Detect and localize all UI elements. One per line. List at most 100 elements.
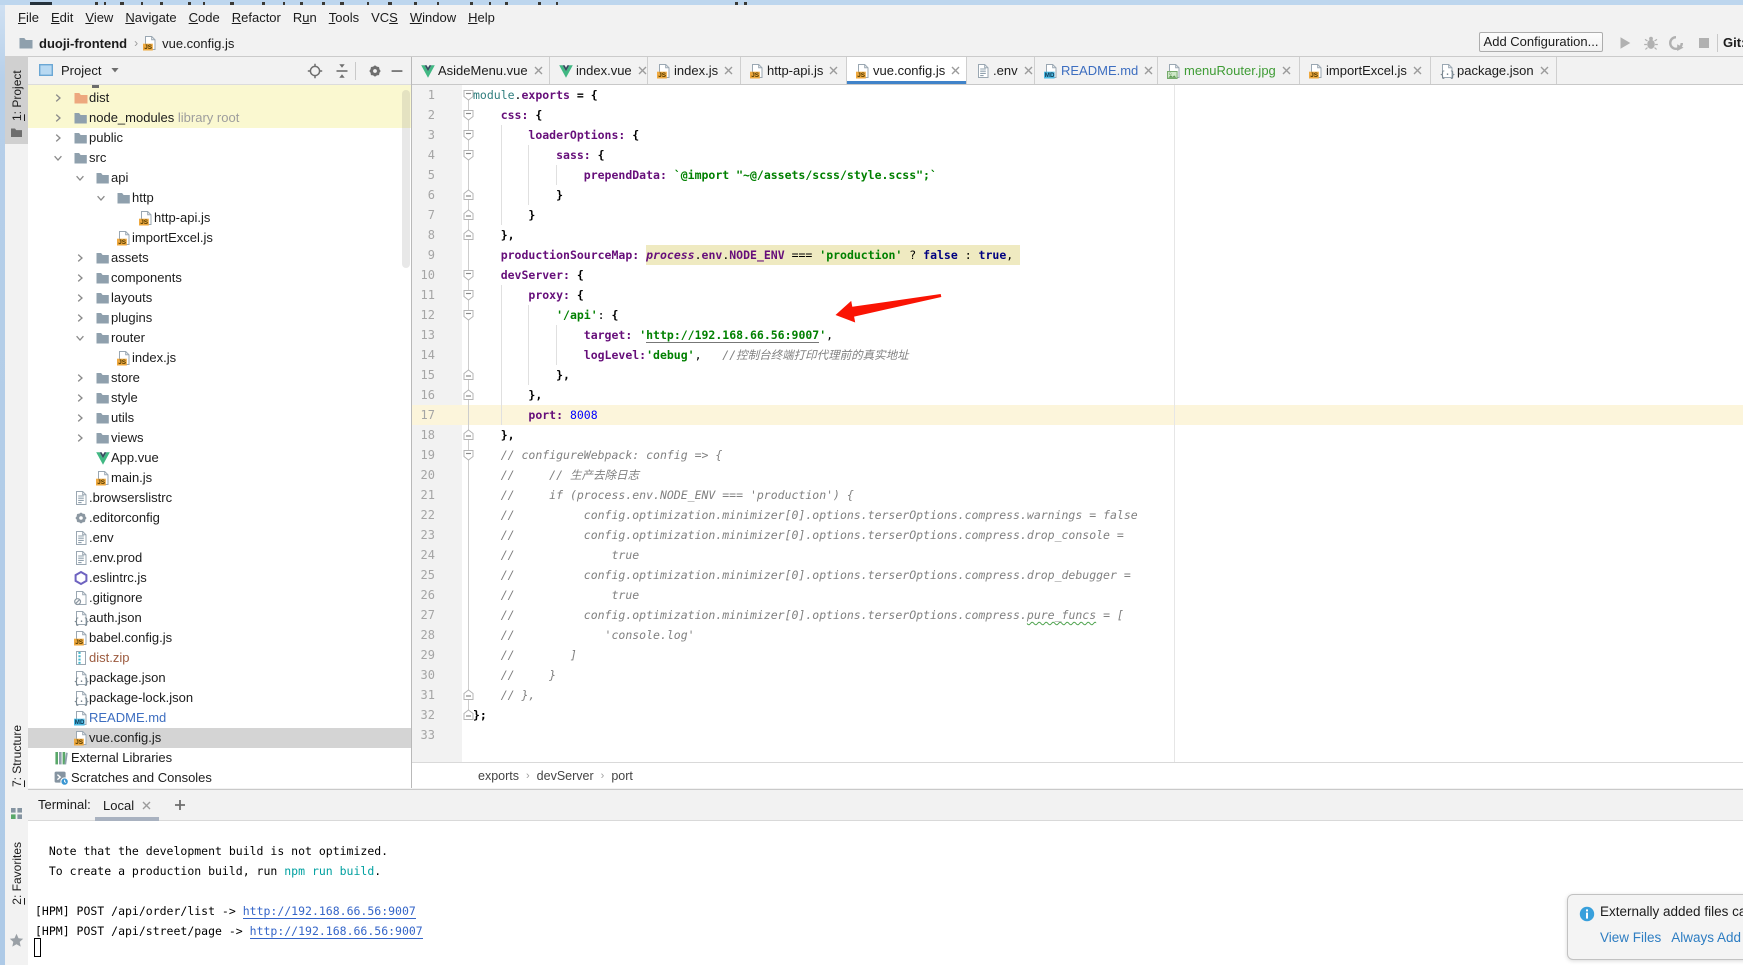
tree-item-utils[interactable]: utils — [28, 408, 411, 428]
tree-item-plugins[interactable]: plugins — [28, 308, 411, 328]
chevron-right-icon[interactable] — [53, 113, 63, 123]
tree-item-node-modules[interactable]: node_modules library root — [28, 108, 411, 128]
tree-item-views[interactable]: views — [28, 428, 411, 448]
editor-tab-readme.md[interactable]: MDREADME.md — [1035, 57, 1158, 84]
tree-item-src[interactable]: src — [28, 148, 411, 168]
menu-item-file[interactable]: File — [12, 5, 45, 30]
tree-item-.gitignore[interactable]: .gitignore — [28, 588, 411, 608]
menu-item-run[interactable]: Run — [287, 5, 323, 30]
profiler-icon[interactable] — [1668, 35, 1684, 51]
menu-item-refactor[interactable]: Refactor — [226, 5, 287, 30]
terminal-link[interactable]: http://192.168.66.56:9007 — [250, 924, 423, 939]
menu-item-code[interactable]: Code — [183, 5, 226, 30]
tree-item-babel.config.js[interactable]: JSbabel.config.js — [28, 628, 411, 648]
editor-tab-asidemenu.vue[interactable]: AsideMenu.vue — [412, 57, 550, 84]
add-configuration-button[interactable]: Add Configuration... — [1479, 32, 1603, 52]
chevron-right-icon[interactable] — [75, 413, 85, 423]
close-icon[interactable] — [1413, 66, 1422, 75]
terminal-link[interactable]: http://192.168.66.56:9007 — [243, 904, 416, 919]
notification-link-view-files[interactable]: View Files — [1600, 930, 1661, 945]
tree-item-importexcel.js[interactable]: JSimportExcel.js — [28, 228, 411, 248]
chevron-right-icon[interactable] — [75, 293, 85, 303]
chevron-right-icon[interactable] — [75, 373, 85, 383]
tree-item-main.js[interactable]: JSmain.js — [28, 468, 411, 488]
tree-item-vue.config.js[interactable]: JSvue.config.js — [28, 728, 411, 748]
menu-item-edit[interactable]: Edit — [45, 5, 79, 30]
editor-tab-index.js[interactable]: JSindex.js — [648, 57, 741, 84]
new-terminal-session-icon[interactable] — [174, 799, 186, 811]
notification-link-always-add[interactable]: Always Add — [1671, 930, 1741, 945]
tree-item-auth.json[interactable]: {·}auth.json — [28, 608, 411, 628]
chevron-right-icon[interactable] — [75, 433, 85, 443]
close-icon[interactable] — [142, 801, 151, 810]
chevron-right-icon[interactable] — [75, 393, 85, 403]
tree-item-app.vue[interactable]: App.vue — [28, 448, 411, 468]
code-breadcrumb-port[interactable]: port — [611, 769, 633, 783]
editor-tab-package.json[interactable]: {·}package.json — [1431, 57, 1557, 84]
project-view-title[interactable]: Project — [61, 63, 101, 78]
code-breadcrumb-devServer[interactable]: devServer — [537, 769, 594, 783]
hide-panel-icon[interactable] — [389, 63, 405, 79]
chevron-down-icon[interactable] — [110, 65, 120, 75]
menu-item-view[interactable]: View — [79, 5, 119, 30]
menu-item-help[interactable]: Help — [462, 5, 501, 30]
close-icon[interactable] — [1024, 66, 1033, 75]
editor-tab-importexcel.js[interactable]: JSimportExcel.js — [1300, 57, 1431, 84]
editor-tab-menurouter.jpg[interactable]: menuRouter.jpg — [1158, 57, 1300, 84]
tree-item-router[interactable]: router — [28, 328, 411, 348]
menu-item-window[interactable]: Window — [404, 5, 462, 30]
code-breadcrumb-exports[interactable]: exports — [478, 769, 519, 783]
tree-item-.env.prod[interactable]: .env.prod — [28, 548, 411, 568]
tree-item-.env[interactable]: .env — [28, 528, 411, 548]
chevron-right-icon[interactable] — [75, 313, 85, 323]
terminal-tab-local[interactable]: Local — [95, 790, 159, 820]
menu-item-navigate[interactable]: Navigate — [119, 5, 182, 30]
breadcrumb-project[interactable]: duoji-frontend — [39, 36, 127, 51]
tree-item-external-libraries[interactable]: External Libraries — [28, 748, 411, 768]
tree-item-.browserslistrc[interactable]: .browserslistrc — [28, 488, 411, 508]
close-icon[interactable] — [638, 66, 647, 75]
tree-item-public[interactable]: public — [28, 128, 411, 148]
close-icon[interactable] — [1282, 66, 1291, 75]
close-icon[interactable] — [951, 66, 960, 75]
tree-item-http-api.js[interactable]: JShttp-api.js — [28, 208, 411, 228]
chevron-right-icon[interactable] — [75, 253, 85, 263]
tree-item-http[interactable]: http — [28, 188, 411, 208]
git-widget-label[interactable]: Git: — [1723, 30, 1743, 56]
gear-icon[interactable] — [367, 63, 383, 79]
tree-item-style[interactable]: style — [28, 388, 411, 408]
chevron-down-icon[interactable] — [53, 153, 63, 163]
tree-item-package-lock.json[interactable]: {·}package-lock.json — [28, 688, 411, 708]
code-editor[interactable]: 1module.exports = {2 css: {3 loaderOptio… — [412, 85, 1743, 762]
tree-item-.editorconfig[interactable]: .editorconfig — [28, 508, 411, 528]
chevron-right-icon[interactable] — [75, 273, 85, 283]
chevron-right-icon[interactable] — [53, 93, 63, 103]
chevron-down-icon[interactable] — [75, 173, 85, 183]
close-icon[interactable] — [724, 66, 733, 75]
tree-item-.eslintrc.js[interactable]: .eslintrc.js — [28, 568, 411, 588]
debug-icon[interactable] — [1643, 35, 1659, 51]
chevron-down-icon[interactable] — [75, 333, 85, 343]
tree-item-dist[interactable]: dist — [28, 88, 411, 108]
editor-tab-http-api.js[interactable]: JShttp-api.js — [741, 57, 847, 84]
tree-item-components[interactable]: components — [28, 268, 411, 288]
tree-item-index.js[interactable]: JSindex.js — [28, 348, 411, 368]
menu-item-vcs[interactable]: VCS — [365, 5, 404, 30]
tree-item-scratches-and-consoles[interactable]: Scratches and Consoles — [28, 768, 411, 788]
tree-item-readme.md[interactable]: MDREADME.md — [28, 708, 411, 728]
editor-tab-.env[interactable]: .env — [967, 57, 1035, 84]
run-icon[interactable] — [1617, 35, 1633, 51]
close-icon[interactable] — [534, 66, 543, 75]
tree-item-store[interactable]: store — [28, 368, 411, 388]
breadcrumb-file[interactable]: vue.config.js — [162, 36, 234, 51]
tree-scrollbar-thumb[interactable] — [402, 90, 410, 268]
tool-window-button-project[interactable]: 1: Project — [5, 56, 28, 144]
close-icon[interactable] — [829, 66, 838, 75]
stop-icon[interactable] — [1696, 35, 1712, 51]
locate-icon[interactable] — [307, 63, 323, 79]
tree-item-layouts[interactable]: layouts — [28, 288, 411, 308]
terminal-output[interactable]: Note that the development build is not o… — [28, 821, 1743, 965]
tree-item-api[interactable]: api — [28, 168, 411, 188]
close-icon[interactable] — [1144, 66, 1153, 75]
menu-item-tools[interactable]: Tools — [323, 5, 365, 30]
